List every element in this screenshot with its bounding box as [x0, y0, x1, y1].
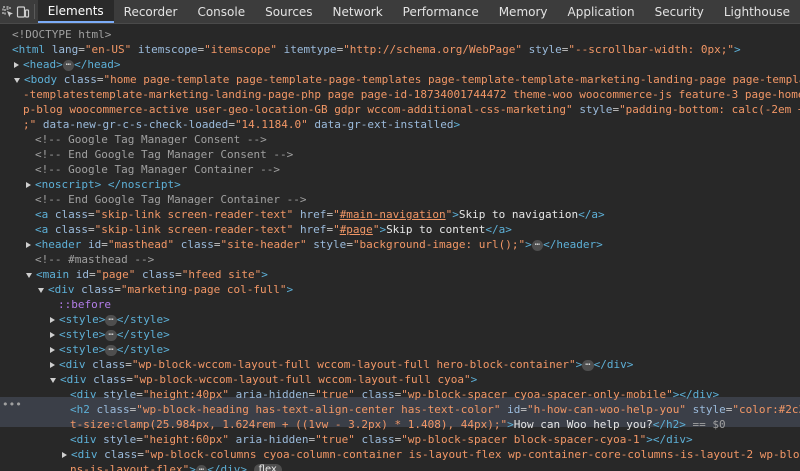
head-node[interactable]: <head> ⋯ </head> [14, 57, 121, 72]
toolbar-divider [34, 4, 35, 19]
flex-badge[interactable]: flex [253, 464, 282, 471]
expand-arrow-icon[interactable] [62, 452, 67, 458]
devtools-toolbar: Elements Recorder Console Sources Networ… [0, 0, 800, 24]
html-node[interactable]: <html lang="en-US" itemscope="itemscope"… [12, 42, 741, 57]
comment-node[interactable]: <!-- #masthead --> [35, 252, 154, 267]
style-node[interactable]: <style> ⋯ </style> [50, 312, 170, 327]
hero-block-div-node[interactable]: <div class="wp-block-wccom-layout-full w… [50, 357, 633, 372]
style-node[interactable]: <style> ⋯ </style> [50, 342, 170, 357]
expand-arrow-icon[interactable] [14, 62, 19, 68]
style-node[interactable]: <style> ⋯ </style> [50, 327, 170, 342]
body-attrs-wrap: ;" data-new-gr-c-s-check-loaded="14.1184… [23, 118, 461, 131]
collapsed-ellipsis[interactable]: ⋯ [105, 314, 117, 326]
header-node[interactable]: <header id="masthead" class="site-header… [26, 237, 603, 252]
expand-arrow-icon[interactable] [26, 242, 31, 248]
noscript-node[interactable]: <noscript> </noscript> [26, 177, 181, 192]
expand-arrow-icon[interactable] [50, 317, 55, 323]
expand-arrow-icon[interactable] [50, 362, 55, 368]
row-options-dots[interactable]: ••• [2, 397, 22, 412]
h2-heading-wrap: t-size:clamp(25.984px, 1.624rem + ((1vw … [70, 418, 726, 431]
device-toolbar-icon[interactable] [16, 0, 32, 23]
collapsed-ellipsis[interactable]: ⋯ [105, 329, 117, 341]
collapsed-ellipsis[interactable]: ⋯ [531, 239, 544, 251]
href-link[interactable]: #page [340, 223, 373, 236]
doctype-node[interactable]: <!DOCTYPE html> [12, 27, 111, 42]
columns-div-wrap: ns-is-layout-flex"> ⋯ </div> flex [70, 462, 282, 471]
spacer-div-node[interactable]: <div style="height:40px" aria-hidden="tr… [70, 387, 719, 402]
collapse-arrow-icon[interactable] [26, 272, 32, 278]
comment-node[interactable]: <!-- Google Tag Manager Container --> [35, 162, 280, 177]
tab-elements[interactable]: Elements [37, 0, 114, 23]
tab-recorder[interactable]: Recorder [114, 0, 188, 23]
columns-div-node[interactable]: <div class="wp-block-columns cyoa-column… [62, 447, 800, 462]
collapsed-ellipsis[interactable]: ⋯ [582, 359, 594, 371]
tab-console[interactable]: Console [187, 0, 255, 23]
h2-heading-node[interactable]: <h2 class="wp-block-heading has-text-ali… [70, 402, 800, 417]
href-link[interactable]: #main-navigation [340, 208, 446, 221]
tab-lighthouse[interactable]: Lighthouse [714, 0, 800, 23]
tab-performance[interactable]: Performance [393, 0, 489, 23]
skip-link-content-node[interactable]: <a class="skip-link screen-reader-text" … [35, 222, 512, 237]
expand-arrow-icon[interactable] [26, 182, 31, 188]
comment-node[interactable]: <!-- End Google Tag Manager Consent --> [35, 147, 293, 162]
body-node[interactable]: <body class="home page-template page-tem… [14, 72, 800, 87]
collapsed-ellipsis[interactable]: ⋯ [62, 59, 75, 71]
expand-arrow-icon[interactable] [50, 332, 55, 338]
tab-network[interactable]: Network [323, 0, 393, 23]
comment-node[interactable]: <!-- Google Tag Manager Consent --> [35, 132, 267, 147]
collapsed-ellipsis[interactable]: ⋯ [105, 344, 117, 356]
tab-security[interactable]: Security [645, 0, 714, 23]
collapse-arrow-icon[interactable] [14, 77, 20, 83]
spacer-div-node[interactable]: <div style="height:60px" aria-hidden="tr… [70, 432, 693, 447]
elements-tree: ••• <!DOCTYPE html> <html lang="en-US" i… [0, 24, 800, 471]
tab-sources[interactable]: Sources [255, 0, 322, 23]
collapse-arrow-icon[interactable] [50, 377, 56, 383]
marketing-page-div-node[interactable]: <div class="marketing-page col-full"> [38, 282, 293, 297]
cyoa-div-node[interactable]: <div class="wp-block-wccom-layout-full w… [50, 372, 477, 387]
body-class-wrap: -templatestemplate-marketing-landing-pag… [23, 88, 800, 101]
body-class-wrap: p-blog woocommerce-active user-geo-locat… [23, 103, 800, 116]
before-pseudo-node[interactable]: ::before [58, 297, 111, 312]
tab-application[interactable]: Application [558, 0, 645, 23]
collapsed-ellipsis[interactable]: ⋯ [195, 464, 208, 471]
inspect-element-icon[interactable] [0, 0, 16, 23]
main-node[interactable]: <main id="page" class="hfeed site"> [26, 267, 268, 282]
collapse-arrow-icon[interactable] [38, 287, 44, 293]
expand-arrow-icon[interactable] [50, 347, 55, 353]
skip-link-navigation-node[interactable]: <a class="skip-link screen-reader-text" … [35, 207, 605, 222]
tab-memory[interactable]: Memory [489, 0, 558, 23]
selected-node-marker: == $0 [692, 418, 726, 431]
comment-node[interactable]: <!-- End Google Tag Manager Container --… [35, 192, 307, 207]
